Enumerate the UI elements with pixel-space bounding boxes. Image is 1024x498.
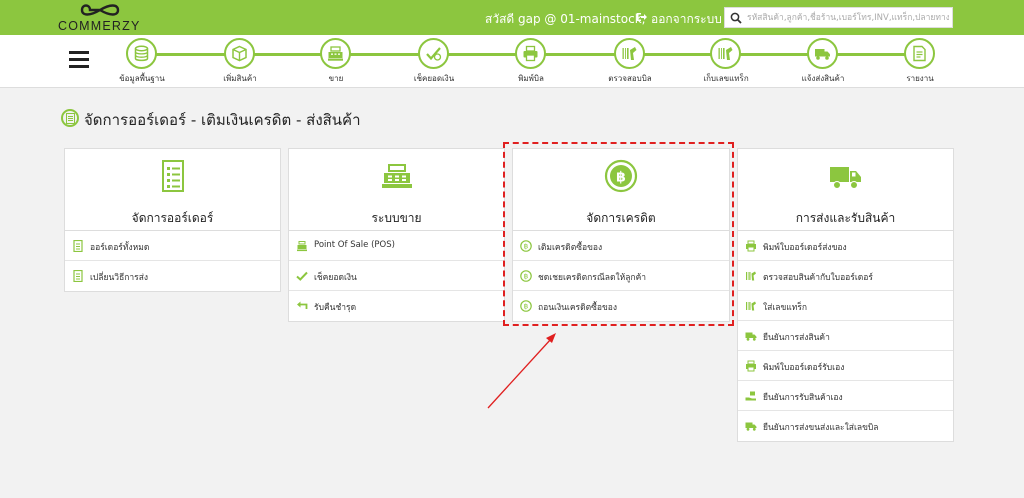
menu-item-label: ยืนยันการรับสินค้าเอง [763,393,843,403]
nav-step-label: รายงาน [906,74,934,83]
nav-step-label: แจ้งส่งสินค้า [801,74,845,83]
nav-step-basic-data[interactable]: ข้อมูลพื้นฐาน [102,38,182,88]
nav-step-label: พิมพ์บิล [518,74,544,83]
printer-icon [746,240,756,252]
box-icon [224,38,255,69]
menu-item-label: ใส่เลขแทร็ก [763,303,808,313]
menu-item-pos[interactable]: Point Of Sale (POS) [289,231,504,261]
menu-item-label: Point Of Sale (POS) [314,240,395,250]
card-title: การส่งและรับสินค้า [795,211,896,225]
menu-item-print-pickup-order[interactable]: พิมพ์ใบออร์เดอร์รับเอง [738,351,953,381]
card-header: การส่งและรับสินค้า [738,149,953,231]
document-icon [73,270,83,282]
menu-icon[interactable] [69,51,89,69]
menu-item-damaged-return[interactable]: รับคืนชำรุด [289,291,504,321]
card-order-management: จัดการออร์เดอร์ ออร์เดอร์ทั้งหมด เปลี่ยน… [64,148,281,292]
document-icon [61,109,79,127]
card-header: ระบบขาย [289,149,504,231]
nav-step-verify-bill[interactable]: ตรวจสอบบิล [590,38,670,88]
menu-item-label: พิมพ์ใบออร์เดอร์ส่งของ [763,243,847,253]
nav-step-label: ข้อมูลพื้นฐาน [119,74,165,83]
card-header: จัดการออร์เดอร์ [65,149,280,231]
check-icon [296,271,308,281]
menu-item-label: เปลี่ยนวิธีการส่ง [90,273,149,283]
truck-icon [745,332,757,341]
search-icon [730,12,742,24]
check-money-icon [418,38,449,69]
menu-item-all-orders[interactable]: ออร์เดอร์ทั้งหมด [65,231,280,261]
user-greeting: สวัสดี gap @ 01-mainstock, [485,12,646,26]
annotation-highlight-box [503,142,734,326]
truck-icon [745,422,757,431]
search-box[interactable] [724,7,953,28]
nav-step-report[interactable]: รายงาน [880,38,960,88]
hand-box-icon [745,391,756,401]
card-shipping-receiving: การส่งและรับสินค้า พิมพ์ใบออร์เดอร์ส่งขอ… [737,148,954,442]
menu-item-confirm-shipping[interactable]: ยืนยันการส่งสินค้า [738,321,953,351]
nav-step-label: เก็บเลขแทร็ก [703,74,749,83]
menu-item-label: ตรวจสอบสินค้ากับใบออร์เดอร์ [763,273,873,283]
card-sales-system: ระบบขาย Point Of Sale (POS) เช็คยอดเงิน … [288,148,505,322]
document-list-icon [161,160,184,192]
top-bar: COMMERZY สวัสดี gap @ 01-mainstock, ออกจ… [0,0,1024,35]
nav-step-label: ตรวจสอบบิล [608,74,652,83]
cash-register-icon [320,38,351,69]
menu-item-label: เช็คยอดเงิน [314,273,357,283]
menu-item-check-money[interactable]: เช็คยอดเงิน [289,261,504,291]
return-icon [297,301,308,309]
infinity-logo-icon [80,4,120,16]
truck-icon [807,38,838,69]
nav-step-label: เพิ่มสินค้า [223,74,257,83]
barcode-scan-icon [710,38,741,69]
nav-step-print-bill[interactable]: พิมพ์บิล [491,38,571,88]
nav-step-sell[interactable]: ขาย [296,38,376,88]
workflow-nav: ข้อมูลพื้นฐาน เพิ่มสินค้า ขาย เช็คยอดเงิ… [0,35,1024,88]
search-input[interactable] [747,10,949,25]
nav-step-check-money[interactable]: เช็คยอดเงิน [394,38,474,88]
cash-register-icon [381,164,412,188]
barcode-scan-icon [746,271,756,281]
printer-icon [746,360,756,372]
page-title: จัดการออร์เดอร์ - เติมเงินเครดิต - ส่งสิ… [84,111,361,129]
menu-item-label: รับคืนชำรุด [314,303,357,313]
nav-step-label: เช็คยอดเงิน [413,74,455,83]
nav-step-collect-tracking[interactable]: เก็บเลขแทร็ก [686,38,766,88]
menu-item-print-shipping-order[interactable]: พิมพ์ใบออร์เดอร์ส่งของ [738,231,953,261]
menu-item-verify-products[interactable]: ตรวจสอบสินค้ากับใบออร์เดอร์ [738,261,953,291]
cash-register-icon [297,241,307,252]
barcode-scan-icon [614,38,645,69]
menu-item-label: พิมพ์ใบออร์เดอร์รับเอง [763,363,845,373]
barcode-scan-icon [746,301,756,311]
menu-item-label: ยืนยันการส่งขนส่งและใส่เลขบิล [763,423,879,433]
database-icon [126,38,157,69]
logout-icon[interactable] [636,11,648,23]
menu-item-confirm-pickup[interactable]: ยืนยันการรับสินค้าเอง [738,381,953,411]
nav-step-label: ขาย [328,74,344,83]
nav-step-shipping[interactable]: แจ้งส่งสินค้า [783,38,863,88]
card-title: จัดการออร์เดอร์ [131,211,214,225]
brand-logo[interactable]: COMMERZY [58,0,139,35]
menu-item-confirm-carrier-shipping[interactable]: ยืนยันการส่งขนส่งและใส่เลขบิล [738,411,953,441]
menu-item-enter-tracking[interactable]: ใส่เลขแทร็ก [738,291,953,321]
menu-item-change-shipping-method[interactable]: เปลี่ยนวิธีการส่ง [65,261,280,291]
logout-link[interactable]: ออกจากระบบ [651,10,722,29]
document-icon [73,240,83,252]
nav-step-add-product[interactable]: เพิ่มสินค้า [200,38,280,88]
menu-item-label: ออร์เดอร์ทั้งหมด [90,243,150,253]
menu-item-label: ยืนยันการส่งสินค้า [763,333,830,343]
card-title: ระบบขาย [371,211,422,225]
annotation-arrow [487,333,556,409]
report-icon [904,38,935,69]
brand-name: COMMERZY [58,19,141,33]
printer-icon [515,38,546,69]
truck-icon [829,167,861,189]
